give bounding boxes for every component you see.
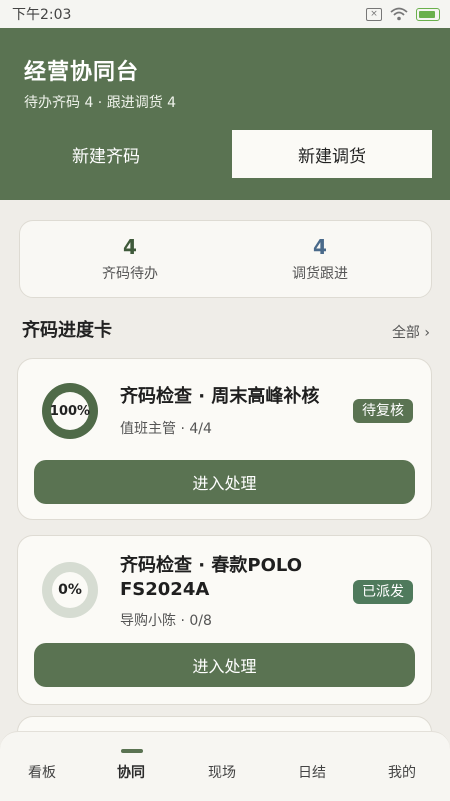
battery-charging-icon [416, 7, 440, 21]
page-subtitle: 待办齐码 4 · 跟进调货 4 [24, 95, 177, 111]
qima-count: 4 [123, 235, 137, 259]
nav-tab-onsite[interactable]: 现场 [192, 762, 252, 782]
nav-tab-collab[interactable]: 协同 [101, 762, 161, 782]
new-transfer-button[interactable]: 新建调货 [232, 130, 432, 178]
progress-ring: 100% [42, 383, 98, 439]
nav-tab-daily[interactable]: 日结 [282, 762, 342, 782]
task-meta: 值班主管 · 4/4 [120, 421, 212, 437]
qima-label: 齐码待办 [102, 266, 158, 282]
nav-active-indicator [121, 749, 143, 753]
page-title: 经营协同台 [24, 60, 140, 85]
progress-text: 0% [52, 572, 88, 608]
nav-tab-dashboard[interactable]: 看板 [12, 762, 72, 782]
notification-x-icon: × [366, 7, 382, 21]
nav-tab-me[interactable]: 我的 [372, 762, 432, 782]
process-button[interactable]: 进入处理 [34, 643, 415, 687]
summary-card: 4 齐码待办 4 调货跟进 [19, 220, 432, 298]
task-title: 齐码检查 · 春款POLO FS2024A [120, 555, 302, 600]
task-card: 0% 齐码检查 · 春款POLO FS2024A 导购小陈 · 0/8 已派发 … [17, 535, 432, 705]
task-meta: 导购小陈 · 0/8 [120, 613, 212, 629]
task-title: 齐码检查 · 周末高峰补核 [120, 386, 320, 407]
status-badge: 待复核 [353, 399, 413, 423]
status-time: 下午2:03 [12, 7, 72, 23]
transfer-stat[interactable]: 4 调货跟进 [220, 235, 420, 283]
page-header: 经营协同台 待办齐码 4 · 跟进调货 4 新建齐码 新建调货 [0, 28, 450, 200]
status-badge: 已派发 [353, 580, 413, 604]
bottom-nav: 看板 协同 现场 日结 我的 [0, 731, 450, 801]
progress-ring: 0% [42, 562, 98, 618]
transfer-label: 调货跟进 [292, 266, 348, 282]
status-bar: 下午2:03 × [0, 0, 450, 28]
qima-stat[interactable]: 4 齐码待办 [30, 235, 230, 283]
progress-text: 100% [50, 392, 90, 430]
status-icons: × [366, 7, 440, 21]
task-card: 100% 齐码检查 · 周末高峰补核 值班主管 · 4/4 待复核 进入处理 [17, 358, 432, 520]
new-qima-button[interactable]: 新建齐码 [6, 130, 206, 178]
section-title: 齐码进度卡 [22, 320, 112, 341]
process-button[interactable]: 进入处理 [34, 460, 415, 504]
wifi-icon [390, 7, 408, 21]
transfer-count: 4 [313, 235, 327, 259]
view-all-link[interactable]: 全部 › [392, 322, 430, 342]
